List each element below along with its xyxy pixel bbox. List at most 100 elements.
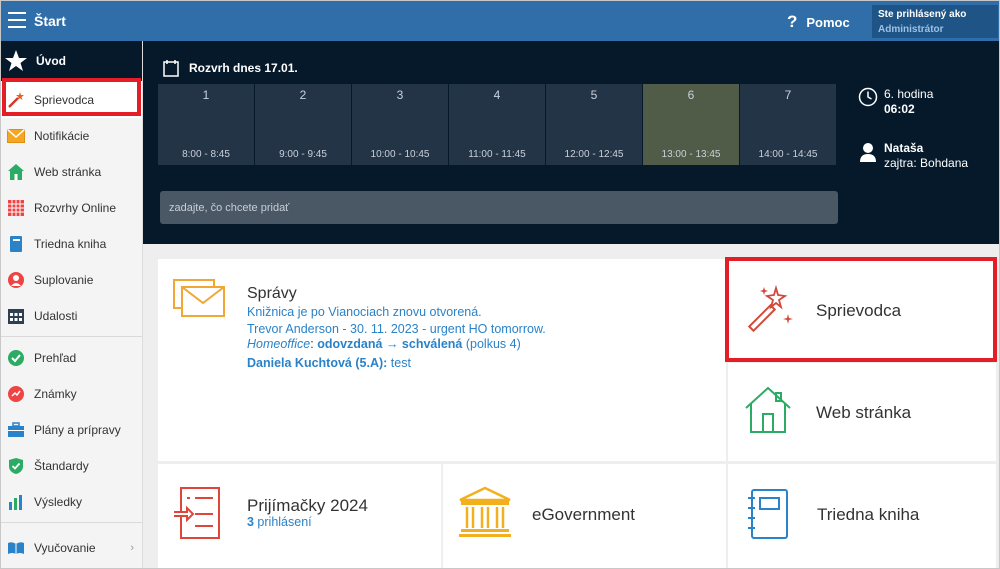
schedule-slot-current[interactable]: 6 13:00 - 13:45 bbox=[643, 84, 739, 165]
house-icon bbox=[745, 386, 791, 433]
admission-form-icon bbox=[174, 487, 220, 539]
house-icon bbox=[7, 163, 25, 181]
sidebar-item-vyucovanie[interactable]: Vyučovanie › bbox=[1, 530, 142, 566]
slot-time: 14:00 - 14:45 bbox=[758, 149, 818, 160]
schedule-slot[interactable]: 3 10:00 - 10:45 bbox=[352, 84, 448, 165]
lesson-number: 6. hodina bbox=[884, 87, 934, 101]
tile-label: Prijímačky 2024 bbox=[247, 496, 368, 515]
slot-number: 4 bbox=[493, 88, 501, 102]
schedule-slot[interactable]: 4 11:00 - 11:45 bbox=[449, 84, 545, 165]
government-building-icon bbox=[459, 486, 511, 537]
sidebar-item-label: Rozvrhy Online bbox=[34, 201, 117, 215]
help-button[interactable]: ? Pomoc bbox=[787, 12, 850, 32]
chevron-right-icon: › bbox=[130, 542, 134, 554]
news-tile: Správy Knižnica je po Vianociach znovu o… bbox=[158, 259, 726, 461]
tile-prijimacky[interactable]: Prijímačky 2024 3 prihlásení bbox=[158, 464, 441, 568]
slot-number: 6 bbox=[687, 88, 695, 102]
sidebar-item-label: Web stránka bbox=[34, 165, 102, 179]
homeoffice-status: odovzdaná → schválená bbox=[317, 337, 463, 351]
sidebar-item-vysledky[interactable]: Výsledky bbox=[1, 484, 142, 520]
slot-number: 1 bbox=[202, 88, 210, 102]
homeoffice-label: Homeoffice bbox=[247, 337, 311, 351]
slot-number: 7 bbox=[784, 88, 792, 102]
sidebar-item-plany[interactable]: Plány a prípravy bbox=[1, 412, 142, 448]
help-label: Pomoc bbox=[806, 14, 850, 30]
highlight-box bbox=[2, 78, 141, 116]
clock-icon bbox=[858, 87, 878, 107]
tile-label: Web stránka bbox=[816, 403, 912, 422]
news-item[interactable]: Trevor Anderson - 30. 11. 2023 - urgent … bbox=[247, 322, 546, 336]
tile-triedna-kniha[interactable]: Triedna kniha bbox=[728, 464, 996, 568]
slot-time: 12:00 - 12:45 bbox=[564, 149, 624, 160]
open-book-icon bbox=[7, 539, 25, 557]
sidebar-item-label: Vyučovanie bbox=[34, 541, 96, 555]
bar-chart-icon bbox=[7, 493, 25, 511]
schedule-slot[interactable]: 1 8:00 - 8:45 bbox=[158, 84, 254, 165]
sidebar-item-home[interactable]: Úvod bbox=[1, 41, 142, 81]
envelopes-icon bbox=[173, 279, 225, 317]
nameday: Nataša zajtra: Bohdana bbox=[858, 141, 968, 171]
news-item-message[interactable]: Daniela Kuchtová (5.A): test bbox=[247, 356, 411, 370]
tile-web-stranka[interactable]: Web stránka bbox=[728, 363, 996, 461]
nameday-today: Nataša bbox=[884, 141, 924, 155]
sidebar-item-znamky[interactable]: Známky bbox=[1, 376, 142, 412]
sidebar-item-label: Prehľad bbox=[34, 351, 77, 365]
page-title: Štart bbox=[34, 13, 66, 29]
message-author: Daniela Kuchtová (5.A): bbox=[247, 356, 388, 370]
applicants-label: prihlásení bbox=[253, 515, 312, 529]
schedule-slots: 1 8:00 - 8:45 2 9:00 - 9:45 3 10:00 - 10:45… bbox=[158, 84, 837, 165]
envelope-icon bbox=[7, 127, 25, 145]
book-icon bbox=[7, 235, 25, 253]
sidebar-item-notifikacie[interactable]: Notifikácie bbox=[1, 118, 142, 154]
schedule-header: Rozvrh dnes 17.01. bbox=[163, 59, 298, 77]
nameday-tomorrow: zajtra: Bohdana bbox=[884, 156, 969, 170]
homeoffice-note: (polkus 4) bbox=[462, 337, 521, 351]
sidebar-item-label: Známky bbox=[34, 387, 77, 401]
sidebar-item-rozvrhy[interactable]: Rozvrhy Online bbox=[1, 190, 142, 226]
sidebar-item-prehlad[interactable]: Prehľad bbox=[1, 340, 142, 376]
sidebar-item-label: Plány a prípravy bbox=[34, 423, 121, 437]
tile-egovernment[interactable]: eGovernment bbox=[443, 464, 726, 568]
slot-time: 8:00 - 8:45 bbox=[182, 149, 230, 160]
message-text: test bbox=[387, 356, 411, 370]
sidebar-item-label: Výsledky bbox=[34, 495, 83, 509]
sidebar-item-web[interactable]: Web stránka bbox=[1, 154, 142, 190]
sidebar-item-label: Notifikácie bbox=[34, 129, 90, 143]
applicants-count-line: 3 prihlásení bbox=[247, 515, 312, 529]
logged-in-as-label: Ste prihlásený ako bbox=[878, 9, 967, 20]
slot-time: 13:00 - 13:45 bbox=[661, 149, 721, 160]
sidebar-item-udalosti[interactable]: Udalosti bbox=[1, 298, 142, 334]
calendar-outline-icon bbox=[163, 60, 179, 77]
sidebar: Úvod Sprievodca Notifikácie Web stránka … bbox=[1, 41, 143, 568]
tile-label: Triedna kniha bbox=[817, 505, 920, 524]
schedule-slot[interactable]: 5 12:00 - 12:45 bbox=[546, 84, 642, 165]
calendar-icon bbox=[7, 307, 25, 325]
news-item-homeoffice[interactable]: Homeoffice: odovzdaná → schválená (polku… bbox=[247, 337, 521, 351]
user-role: Administrátor bbox=[878, 24, 944, 35]
current-lesson: 6. hodina 06:02 bbox=[858, 87, 933, 117]
schedule-title: Rozvrh dnes 17.01. bbox=[189, 61, 298, 75]
sidebar-item-suplovanie[interactable]: Suplovanie bbox=[1, 262, 142, 298]
person-icon bbox=[860, 143, 876, 162]
check-circle-icon bbox=[7, 349, 25, 367]
question-icon: ? bbox=[787, 12, 798, 31]
schedule-slot[interactable]: 2 9:00 - 9:45 bbox=[255, 84, 351, 165]
sidebar-item-standardy[interactable]: Štandardy bbox=[1, 448, 142, 484]
sidebar-item-label: Suplovanie bbox=[34, 273, 94, 287]
quick-add-input[interactable] bbox=[160, 191, 838, 224]
tile-label: eGovernment bbox=[532, 505, 635, 524]
schedule-slot[interactable]: 7 14:00 - 14:45 bbox=[740, 84, 836, 165]
grades-icon bbox=[7, 385, 25, 403]
sidebar-item-triedna-kniha[interactable]: Triedna kniha bbox=[1, 226, 142, 262]
sidebar-item-label: Triedna kniha bbox=[34, 237, 107, 251]
news-item[interactable]: Knižnica je po Vianociach znovu otvorená… bbox=[247, 305, 482, 319]
hamburger-menu-icon[interactable] bbox=[8, 12, 26, 28]
sidebar-divider bbox=[1, 336, 142, 337]
sidebar-divider bbox=[1, 522, 142, 523]
sidebar-item-label: Úvod bbox=[36, 54, 66, 68]
current-time: 06:02 bbox=[884, 102, 915, 116]
sidebar-item-label: Udalosti bbox=[34, 309, 78, 323]
schedule-panel: Rozvrh dnes 17.01. 1 8:00 - 8:45 2 9:00 - … bbox=[143, 41, 999, 244]
highlight-box bbox=[725, 257, 997, 362]
user-box[interactable]: Ste prihlásený ako Administrátor bbox=[872, 5, 998, 38]
